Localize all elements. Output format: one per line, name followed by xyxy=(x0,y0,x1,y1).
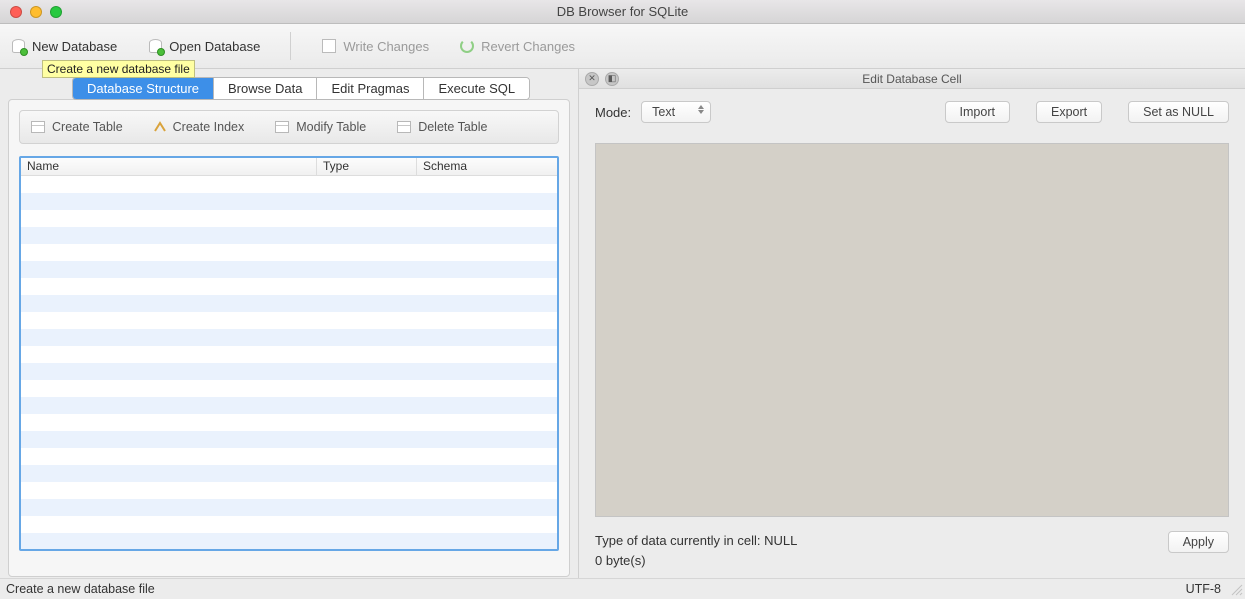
mode-value: Text xyxy=(652,105,675,119)
tab-edit-pragmas[interactable]: Edit Pragmas xyxy=(317,78,424,99)
grid-body xyxy=(21,176,557,549)
grid-header: Name Type Schema xyxy=(21,158,557,176)
tab-database-structure[interactable]: Database Structure xyxy=(73,78,214,99)
structure-panel: Create Table Create Index Modify Table D… xyxy=(8,99,570,577)
tab-browse-data[interactable]: Browse Data xyxy=(214,78,317,99)
index-icon xyxy=(153,121,167,133)
write-changes-button[interactable]: Write Changes xyxy=(321,38,429,54)
panel-detach-icon[interactable]: ◧ xyxy=(605,72,619,86)
delete-table-label: Delete Table xyxy=(418,120,487,134)
create-index-button[interactable]: Create Index xyxy=(153,120,245,134)
modify-table-label: Modify Table xyxy=(296,120,366,134)
export-button[interactable]: Export xyxy=(1036,101,1102,123)
database-new-icon xyxy=(10,38,26,54)
cell-editor[interactable] xyxy=(595,143,1229,517)
status-bar: Create a new database file UTF-8 xyxy=(0,578,1245,598)
status-encoding: UTF-8 xyxy=(1186,582,1221,596)
window-title: DB Browser for SQLite xyxy=(0,4,1245,19)
right-panel-title: Edit Database Cell xyxy=(579,72,1245,86)
title-bar: DB Browser for SQLite xyxy=(0,0,1245,24)
save-icon xyxy=(321,38,337,54)
column-header-name[interactable]: Name xyxy=(21,158,317,175)
import-button[interactable]: Import xyxy=(945,101,1010,123)
structure-grid[interactable]: Name Type Schema xyxy=(19,156,559,551)
main-toolbar: New Database Create a new database file … xyxy=(0,24,1245,69)
table-delete-icon xyxy=(396,119,412,135)
create-table-label: Create Table xyxy=(52,120,123,134)
left-panel: Database Structure Browse Data Edit Prag… xyxy=(0,69,578,578)
database-open-icon xyxy=(147,38,163,54)
revert-icon xyxy=(459,38,475,54)
right-panel: ✕ ◧ Edit Database Cell Mode: Text Import… xyxy=(578,69,1245,578)
right-panel-body: Mode: Text Import Export Set as NULL Typ… xyxy=(579,89,1245,578)
cell-info: Type of data currently in cell: NULL 0 b… xyxy=(595,531,797,570)
tooltip: Create a new database file xyxy=(42,60,195,78)
new-database-label: New Database xyxy=(32,39,117,54)
status-message: Create a new database file xyxy=(6,582,155,596)
resize-grip-icon[interactable] xyxy=(1229,582,1243,596)
delete-table-button[interactable]: Delete Table xyxy=(396,119,487,135)
chevron-updown-icon xyxy=(698,105,704,114)
main-tabs: Database Structure Browse Data Edit Prag… xyxy=(72,77,530,100)
set-null-button[interactable]: Set as NULL xyxy=(1128,101,1229,123)
mode-label: Mode: xyxy=(595,105,631,120)
table-edit-icon xyxy=(274,119,290,135)
right-panel-titlebar: ✕ ◧ Edit Database Cell xyxy=(579,69,1245,89)
toolbar-separator xyxy=(290,32,291,60)
panel-close-icon[interactable]: ✕ xyxy=(585,72,599,86)
modify-table-button[interactable]: Modify Table xyxy=(274,119,366,135)
structure-toolbar: Create Table Create Index Modify Table D… xyxy=(19,110,559,144)
mode-row: Mode: Text Import Export Set as NULL xyxy=(595,101,1229,123)
open-database-label: Open Database xyxy=(169,39,260,54)
tab-execute-sql[interactable]: Execute SQL xyxy=(424,78,529,99)
cell-type-info: Type of data currently in cell: NULL xyxy=(595,531,797,551)
create-index-label: Create Index xyxy=(173,120,245,134)
write-changes-label: Write Changes xyxy=(343,39,429,54)
create-table-button[interactable]: Create Table xyxy=(30,119,123,135)
apply-button[interactable]: Apply xyxy=(1168,531,1229,553)
new-database-button[interactable]: New Database Create a new database file xyxy=(10,38,117,54)
cell-size-info: 0 byte(s) xyxy=(595,551,797,571)
column-header-type[interactable]: Type xyxy=(317,158,417,175)
revert-changes-label: Revert Changes xyxy=(481,39,575,54)
mode-select[interactable]: Text xyxy=(641,101,711,123)
column-header-schema[interactable]: Schema xyxy=(417,158,557,175)
revert-changes-button[interactable]: Revert Changes xyxy=(459,38,575,54)
content-area: Database Structure Browse Data Edit Prag… xyxy=(0,69,1245,578)
table-icon xyxy=(30,119,46,135)
open-database-button[interactable]: Open Database xyxy=(147,38,260,54)
